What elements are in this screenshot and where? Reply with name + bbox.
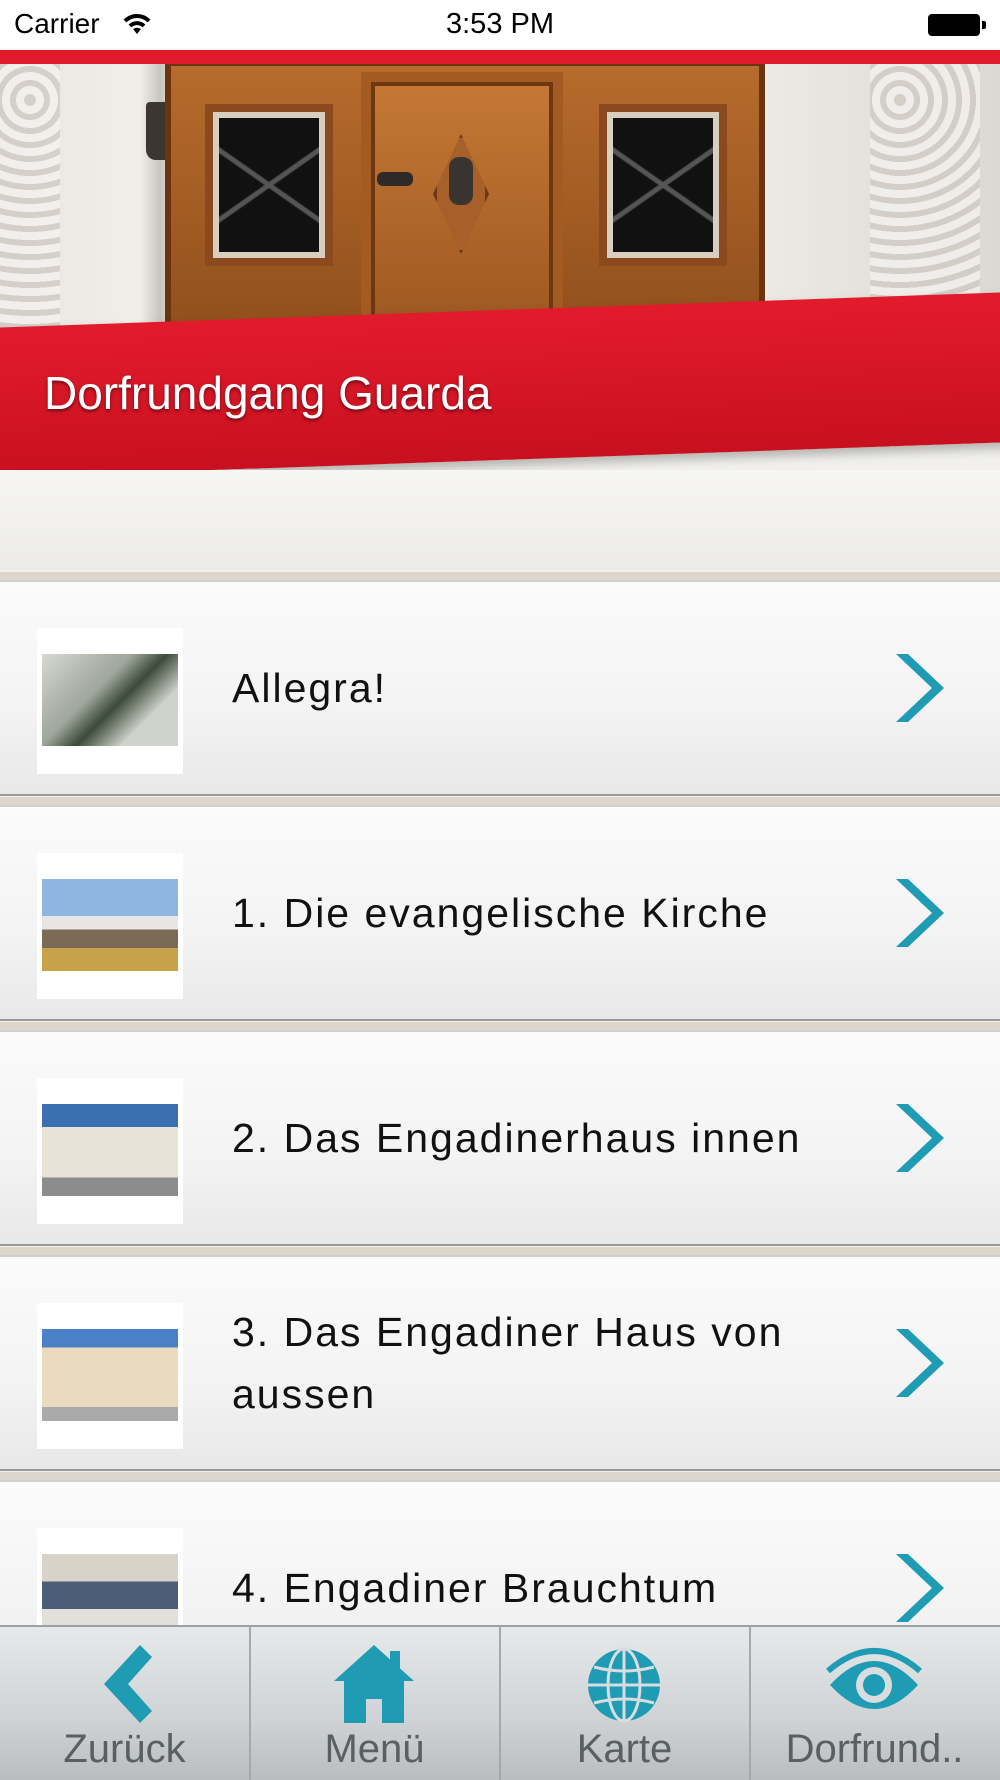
eye-icon: [826, 1648, 922, 1709]
list-item-label: 2. Das Engadinerhaus innen: [232, 1115, 802, 1161]
back-chevron-icon: [104, 1645, 152, 1723]
chevron-right-icon: [896, 1329, 944, 1397]
chevron-right-icon: [896, 879, 944, 947]
list-item-label: 4. Engadiner Brauchtum: [232, 1565, 719, 1611]
header-banner: Dorfrundgang Guarda: [0, 50, 1000, 570]
status-bar: Carrier 3:53 PM: [0, 0, 1000, 50]
chevron-right-icon: [896, 1104, 944, 1172]
list-item-kirche[interactable]: 1. Die evangelische Kirche: [0, 805, 1000, 1021]
tab-label: Zurück: [63, 1727, 186, 1771]
tab-bar: Zurück Menü Karte Dorfrund..: [0, 1625, 1000, 1780]
tab-label: Karte: [576, 1727, 673, 1771]
list-item-brauchtum[interactable]: 4. Engadiner Brauchtum: [0, 1480, 1000, 1625]
thumbnail: [37, 1303, 183, 1449]
list-item-label: 3. Das Engadiner Haus von aussen: [232, 1309, 784, 1417]
list-item-label: 1. Die evangelische Kirche: [232, 890, 770, 936]
tab-label: Menü: [324, 1727, 425, 1771]
tab-back[interactable]: Zurück: [0, 1627, 251, 1780]
status-time: 3:53 PM: [446, 8, 554, 40]
list-item-engadinerhaus-innen[interactable]: 2. Das Engadinerhaus innen: [0, 1030, 1000, 1246]
chevron-right-icon: [896, 1554, 944, 1622]
tab-dorfrundgang[interactable]: Dorfrund..: [750, 1627, 999, 1780]
thumbnail: [37, 628, 183, 774]
tab-map[interactable]: Karte: [500, 1627, 751, 1780]
list-item-label: Allegra!: [232, 665, 388, 711]
tab-menu[interactable]: Menü: [250, 1627, 501, 1780]
thumbnail: [37, 853, 183, 999]
home-icon: [334, 1645, 414, 1723]
tab-label: Dorfrund..: [785, 1727, 964, 1771]
page-title: Dorfrundgang Guarda: [44, 367, 492, 419]
thumbnail: [37, 1078, 183, 1224]
station-list[interactable]: Allegra! 1. Die evangelische Kirche 2. D…: [0, 570, 1000, 1625]
battery-icon: [928, 14, 986, 36]
globe-icon: [588, 1647, 660, 1723]
list-item-engadiner-haus-aussen[interactable]: 3. Das Engadiner Haus von aussen: [0, 1255, 1000, 1471]
thumbnail: [37, 1528, 183, 1625]
list-item-allegra[interactable]: Allegra!: [0, 580, 1000, 796]
chevron-right-icon: [896, 654, 944, 722]
